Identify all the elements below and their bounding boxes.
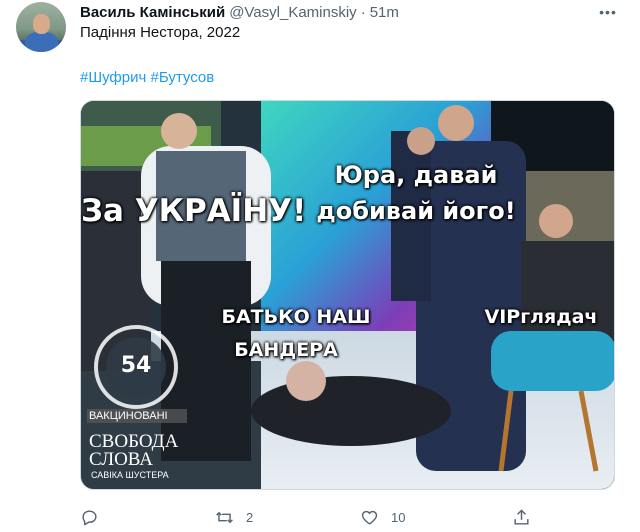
reply-button[interactable]: [80, 506, 111, 528]
retweet-count: 2: [246, 509, 254, 525]
caption-right-2: добивай його!: [316, 197, 516, 225]
reply-icon: [82, 509, 97, 525]
share-icon: [514, 508, 529, 525]
logo-number: 54: [120, 353, 152, 378]
retweet-icon: [216, 511, 233, 523]
logo-vaccinated: ВАКЦИНОВАНІ: [87, 409, 187, 423]
tweet: Василь Камінський @Vasyl_Kaminskiy · 51m…: [0, 0, 640, 532]
tweet-header: Василь Камінський @Vasyl_Kaminskiy · 51m: [80, 2, 399, 22]
more-icon[interactable]: •••: [596, 2, 620, 22]
tweet-hashtags: #Шуфрич #Бутусов: [80, 69, 214, 86]
logo-show-3: САВІКА ШУСТЕРА: [91, 470, 169, 480]
like-count: 10: [391, 509, 406, 525]
caption-right-1: Юра, давай: [334, 161, 498, 189]
separator: ·: [360, 3, 366, 21]
author-name[interactable]: Василь Камінський: [80, 4, 225, 21]
tweet-image[interactable]: За УКРАЇНУ! Юра, давай добивай його! БАТ…: [80, 100, 615, 490]
like-button[interactable]: 10: [360, 506, 405, 528]
caption-middle-2: БАНДЕРА: [234, 339, 338, 361]
author-handle[interactable]: @Vasyl_Kaminskiy: [229, 4, 357, 21]
tweet-text: Падіння Нестора, 2022: [80, 24, 241, 41]
caption-left: За УКРАЇНУ!: [81, 193, 307, 229]
caption-middle-1: БАТЬКО НАШ: [221, 306, 371, 328]
hashtag-link[interactable]: #Шуфрич: [80, 69, 146, 86]
logo-show-2: СЛОВА: [89, 449, 154, 470]
retweet-button[interactable]: 2: [215, 506, 253, 528]
avatar[interactable]: [16, 2, 66, 52]
share-button[interactable]: [512, 506, 531, 528]
timestamp[interactable]: 51m: [370, 4, 399, 21]
hashtag-link[interactable]: #Бутусов: [150, 69, 214, 86]
tweet-actions: 2 10: [80, 506, 620, 528]
caption-vip: VIPглядач: [484, 306, 598, 328]
like-icon: [361, 510, 378, 525]
